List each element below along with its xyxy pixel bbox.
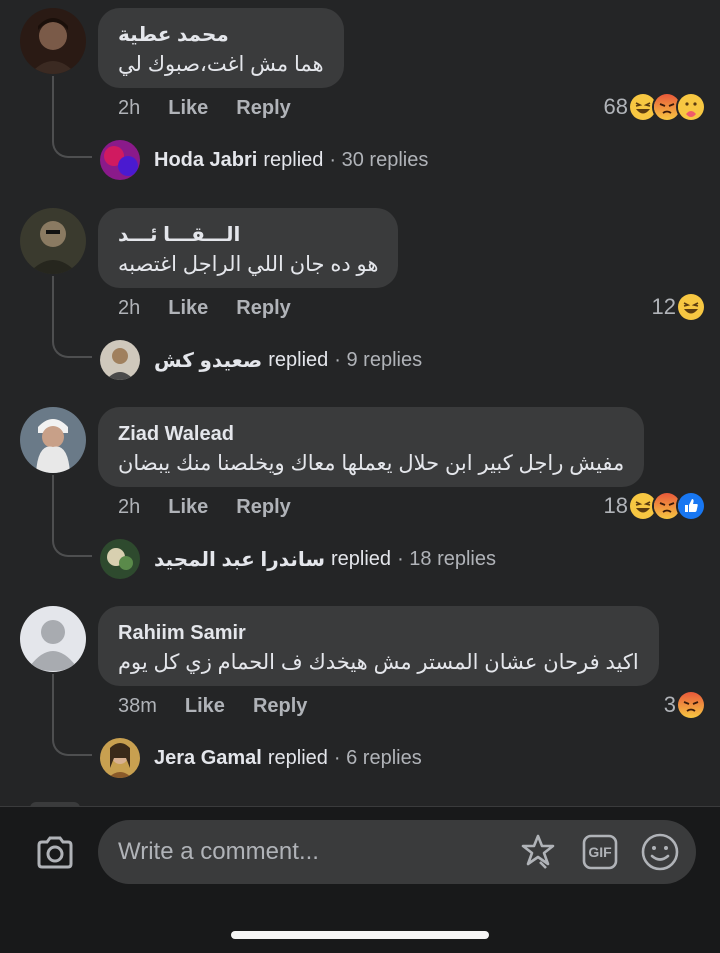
reply-count: · 9 replies xyxy=(334,348,423,371)
haha-reaction-icon xyxy=(676,292,706,322)
like-button[interactable]: Like xyxy=(185,693,225,719)
reaction-summary[interactable]: 18 xyxy=(604,491,706,521)
comment-text: هو ده جان اللي الراجل اغتصبه xyxy=(118,253,379,276)
gif-label: GIF xyxy=(588,844,612,860)
comment-bubble[interactable]: الـــقـــا ئـــد هو ده جان اللي الراجل ا… xyxy=(98,208,399,288)
reaction-summary[interactable]: 3 xyxy=(664,690,706,720)
thread-line xyxy=(52,76,92,158)
reply-author: Jera Gamal xyxy=(154,746,262,769)
comment-author[interactable]: Rahiim Samir xyxy=(118,620,639,646)
replied-label: replied xyxy=(331,547,392,570)
like-button[interactable]: Like xyxy=(168,95,208,121)
comment-input[interactable] xyxy=(118,820,498,884)
replied-label: replied xyxy=(268,348,329,371)
reply-author: Hoda Jabri xyxy=(154,148,258,171)
replied-label: replied xyxy=(263,148,324,171)
comment-actions: 2h Like Reply xyxy=(118,295,291,321)
reaction-summary[interactable]: 12 xyxy=(652,292,706,322)
comment-bubble[interactable]: Ziad Walead مفيش راجل كبير ابن حلال يعمل… xyxy=(98,407,645,487)
comment-bubble[interactable]: محمد عطية هما مش اغت،صبوك لي xyxy=(98,8,344,88)
comment-text: هما مش اغت،صبوك لي xyxy=(118,53,324,76)
reply-author: ساندرا عبد المجيد xyxy=(154,548,326,571)
reaction-count: 12 xyxy=(651,294,676,319)
reply-author: صعيدو كش xyxy=(154,349,263,372)
reply-count: · 6 replies xyxy=(333,746,422,769)
like-reaction-icon xyxy=(676,491,706,521)
comment-author[interactable]: محمد عطية xyxy=(118,22,324,48)
reply-button[interactable]: Reply xyxy=(253,693,307,719)
comment-text: اكيد فرحان عشان المستر مش هيخدك ف الحمام… xyxy=(118,651,639,674)
camera-icon[interactable] xyxy=(34,832,76,874)
comment-time: 2h xyxy=(118,97,141,119)
reply-avatar xyxy=(100,738,140,778)
reaction-count: 18 xyxy=(603,493,628,518)
reply-avatar xyxy=(100,539,140,579)
thread-line xyxy=(52,475,92,557)
view-replies-link[interactable]: صعيدو كش replied · 9 replies xyxy=(100,340,422,380)
comment-author[interactable]: الـــقـــا ئـــد xyxy=(118,222,378,248)
reply-button[interactable]: Reply xyxy=(236,494,290,520)
comment-text: مفيش راجل كبير ابن حلال يعملها معاك ويخل… xyxy=(118,452,625,475)
comment-actions: 38m Like Reply xyxy=(118,693,307,719)
emoji-icon[interactable] xyxy=(640,832,680,872)
replied-label: replied xyxy=(267,746,328,769)
home-indicator[interactable] xyxy=(231,931,489,939)
reply-button[interactable]: Reply xyxy=(236,295,290,321)
like-button[interactable]: Like xyxy=(168,494,208,520)
like-button[interactable]: Like xyxy=(168,295,208,321)
avatar[interactable] xyxy=(20,407,86,473)
comment-time: 2h xyxy=(118,297,141,319)
comment-input-box[interactable]: GIF xyxy=(98,820,696,884)
reply-count: · 18 replies xyxy=(397,547,496,570)
comment-time: 38m xyxy=(118,695,157,717)
reply-avatar xyxy=(100,140,140,180)
angry-reaction-icon xyxy=(676,690,706,720)
comment-time: 2h xyxy=(118,496,141,518)
gif-icon[interactable]: GIF xyxy=(580,832,620,872)
reaction-count: 68 xyxy=(603,94,628,119)
comment-actions: 2h Like Reply xyxy=(118,95,291,121)
avatar[interactable] xyxy=(20,208,86,274)
thread-line xyxy=(52,674,92,756)
view-replies-link[interactable]: ساندرا عبد المجيد replied · 18 replies xyxy=(100,539,496,579)
sticker-icon[interactable] xyxy=(518,832,558,872)
reaction-summary[interactable]: 68 xyxy=(604,92,706,122)
thread-line xyxy=(52,276,92,358)
reply-avatar xyxy=(100,340,140,380)
care-reaction-icon xyxy=(676,92,706,122)
reaction-count: 3 xyxy=(663,692,676,717)
view-replies-link[interactable]: Hoda Jabri replied · 30 replies xyxy=(100,140,428,180)
reply-button[interactable]: Reply xyxy=(236,95,290,121)
avatar[interactable] xyxy=(20,8,86,74)
comment-actions: 2h Like Reply xyxy=(118,494,291,520)
comment-bubble[interactable]: Rahiim Samir اكيد فرحان عشان المستر مش ه… xyxy=(98,606,659,686)
comment-author[interactable]: Ziad Walead xyxy=(118,421,624,447)
reply-count: · 30 replies xyxy=(329,148,429,171)
avatar[interactable] xyxy=(20,606,86,672)
view-replies-link[interactable]: Jera Gamal replied · 6 replies xyxy=(100,738,422,778)
